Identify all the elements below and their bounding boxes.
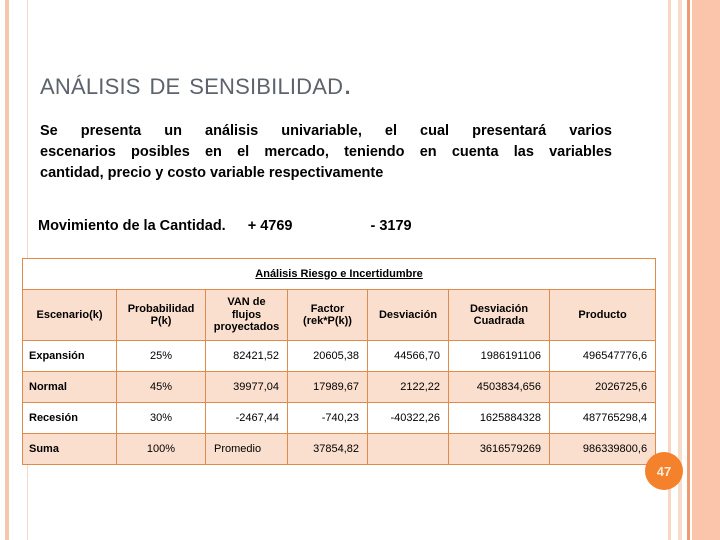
- page-number-badge: 47: [645, 452, 683, 490]
- column-header-desviacion: Desviación: [368, 290, 448, 340]
- table-row: Expansión 25% 82421,52 20605,38 44566,70…: [23, 341, 656, 371]
- cell-probabilidad: 25%: [117, 341, 205, 371]
- table-header-row: Escenario(k) Probabilidad P(k) VAN de fluj…: [23, 290, 656, 340]
- column-header-escenario-label: Escenario(k): [36, 308, 103, 321]
- right-accent-line: [687, 0, 690, 540]
- table-row: Suma 100% Promedio 37854,82 3616579269 9…: [23, 434, 656, 464]
- cell-producto: 986339800,6: [550, 434, 656, 464]
- column-header-desviacion-cuadrada-line2: Cuadrada: [473, 315, 525, 327]
- cell-factor: -740,23: [288, 403, 367, 433]
- cell-escenario: Recesión: [23, 403, 116, 433]
- cell-escenario: Expansión: [23, 341, 116, 371]
- intro-paragraph-line-3: cantidad, precio y costo variable respec…: [40, 165, 384, 181]
- column-header-van-line1: VAN de: [227, 296, 266, 309]
- table-caption: Análisis Riesgo e Incertidumbre: [23, 259, 656, 289]
- cell-probabilidad: 45%: [117, 372, 205, 402]
- column-header-probabilidad-line1: Probabilidad: [127, 302, 195, 315]
- cell-desviacion: -40322,26: [368, 403, 448, 433]
- table-row: Recesión 30% -2467,44 -740,23 -40322,26 …: [23, 403, 656, 433]
- cell-probabilidad: 30%: [117, 403, 205, 433]
- cell-desviacion-cuadrada: 4503834,656: [449, 372, 549, 402]
- intro-paragraph: Se presenta un análisis univariable, el …: [40, 121, 612, 184]
- intro-paragraph-line-1: Se presenta un análisis univariable, el …: [40, 123, 612, 139]
- right-accent-stripe: [692, 0, 720, 540]
- column-header-desviacion-label: Desviación: [378, 308, 438, 321]
- cell-desviacion-cuadrada: 1986191106: [449, 341, 549, 371]
- column-header-producto-label: Producto: [578, 308, 627, 321]
- table-caption-row: Análisis Riesgo e Incertidumbre: [23, 259, 656, 289]
- cell-factor: 37854,82: [288, 434, 367, 464]
- movimiento-line: Movimiento de la Cantidad. + 4769 - 3179: [38, 218, 412, 234]
- cell-producto: 496547776,6: [550, 341, 656, 371]
- cell-escenario: Normal: [23, 372, 116, 402]
- cell-van: Promedio: [206, 434, 287, 464]
- cell-van: 39977,04: [206, 372, 287, 402]
- table-row: Normal 45% 39977,04 17989,67 2122,22 450…: [23, 372, 656, 402]
- cell-desviacion-cuadrada: 3616579269: [449, 434, 549, 464]
- column-header-van: VAN de flujos proyectados: [206, 290, 287, 340]
- cell-producto: 487765298,4: [550, 403, 656, 433]
- movimiento-down-value: - 3179: [370, 218, 412, 234]
- column-header-factor: Factor (rek*P(k)): [288, 290, 367, 340]
- column-header-desviacion-cuadrada-line1: Desviación: [469, 302, 529, 315]
- cell-desviacion: 44566,70: [368, 341, 448, 371]
- cell-van: -2467,44: [206, 403, 287, 433]
- risk-table-container: Análisis Riesgo e Incertidumbre Escenari…: [22, 258, 657, 465]
- cell-desviacion: [368, 434, 448, 464]
- cell-producto: 2026725,6: [550, 372, 656, 402]
- intro-paragraph-line-2: escenarios posibles en el mercado, tenie…: [40, 144, 612, 160]
- cell-van: 82421,52: [206, 341, 287, 371]
- column-header-desviacion-cuadrada: Desviación Cuadrada: [449, 290, 549, 340]
- movimiento-label: Movimiento de la Cantidad.: [38, 218, 226, 234]
- column-header-factor-line1: Factor: [310, 302, 345, 315]
- cell-escenario: Suma: [23, 434, 116, 464]
- column-header-van-line2: flujos: [231, 308, 262, 321]
- column-header-probabilidad: Probabilidad P(k): [117, 290, 205, 340]
- left-accent-stripe: [5, 0, 9, 540]
- column-header-producto: Producto: [550, 290, 656, 340]
- cell-desviacion: 2122,22: [368, 372, 448, 402]
- cell-probabilidad: 100%: [117, 434, 205, 464]
- cell-factor: 17989,67: [288, 372, 367, 402]
- movimiento-up-value: + 4769: [247, 218, 293, 234]
- column-header-probabilidad-line2: P(k): [150, 315, 172, 327]
- column-header-escenario: Escenario(k): [23, 290, 116, 340]
- slide-canvas: Análisis de Sensibilidad. Se presenta un…: [0, 0, 720, 540]
- cell-factor: 20605,38: [288, 341, 367, 371]
- cell-desviacion-cuadrada: 1625884328: [449, 403, 549, 433]
- risk-analysis-table: Análisis Riesgo e Incertidumbre Escenari…: [22, 258, 657, 465]
- page-title: Análisis de Sensibilidad.: [40, 66, 353, 101]
- column-header-factor-line2: (rek*P(k)): [303, 315, 352, 327]
- column-header-van-line3: proyectados: [213, 321, 280, 334]
